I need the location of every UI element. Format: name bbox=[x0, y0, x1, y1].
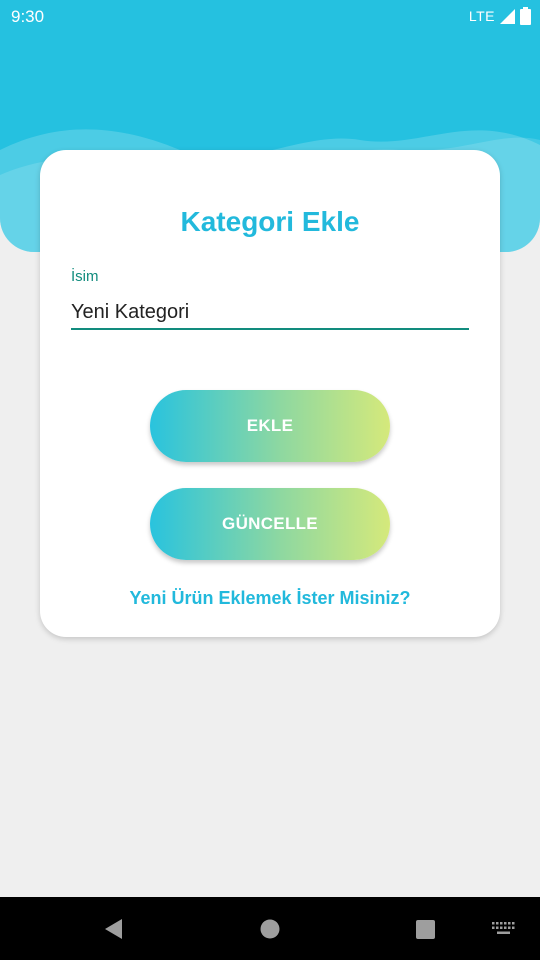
name-field-label: İsim bbox=[71, 268, 99, 285]
update-button[interactable]: GÜNCELLE bbox=[150, 488, 390, 560]
status-time: 9:30 bbox=[11, 7, 45, 26]
home-button[interactable] bbox=[256, 915, 284, 943]
page-title: Kategori Ekle bbox=[180, 206, 360, 237]
add-product-link[interactable]: Yeni Ürün Eklemek İster Misiniz? bbox=[40, 588, 500, 609]
add-category-card: Kategori Ekle İsim EKLE GÜNCELLE Yeni Ür… bbox=[40, 150, 500, 637]
navigation-bar bbox=[0, 897, 540, 960]
recents-button[interactable] bbox=[411, 915, 439, 943]
keyboard-icon bbox=[492, 922, 515, 934]
signal-icon bbox=[500, 8, 515, 24]
recents-icon bbox=[415, 919, 435, 939]
back-icon bbox=[105, 919, 122, 939]
home-icon bbox=[260, 919, 280, 939]
status-icons: LTE bbox=[469, 7, 531, 25]
network-type: LTE bbox=[468, 8, 495, 24]
status-bar: 9:30 LTE bbox=[0, 0, 540, 32]
battery-icon bbox=[520, 7, 531, 25]
add-button[interactable]: EKLE bbox=[150, 390, 390, 462]
name-input[interactable] bbox=[71, 296, 469, 330]
back-button[interactable] bbox=[99, 915, 127, 943]
keyboard-button[interactable] bbox=[490, 915, 518, 943]
